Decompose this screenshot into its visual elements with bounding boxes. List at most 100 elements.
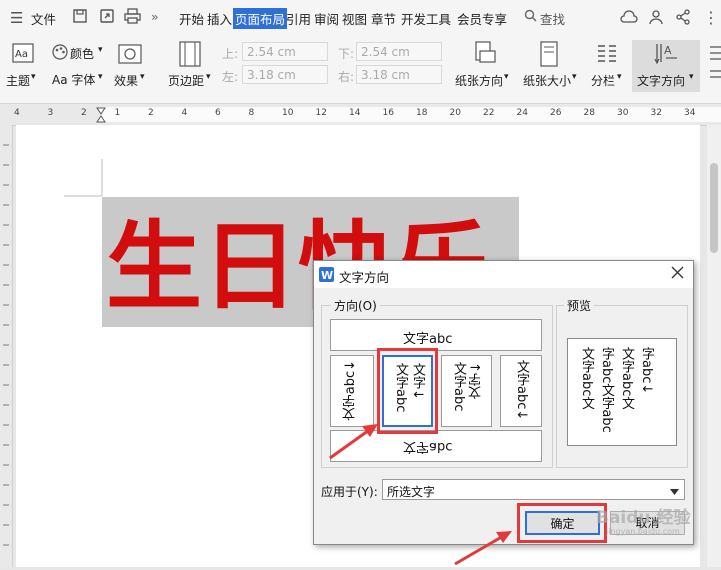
bottom-margin-value: 2.54 cm bbox=[361, 45, 410, 59]
top-margin-label: 上: bbox=[222, 47, 239, 61]
highlight-box-option bbox=[377, 348, 438, 434]
tab-home[interactable]: 开始 bbox=[179, 9, 204, 28]
ribbon: Aa 主题 ▾ 颜色 ▾ Aa 字体 ▾ 效果 ▾ 页边距 ▾ 上: 2.54 … bbox=[0, 37, 721, 104]
left-margin-input[interactable]: 3.18 cm bbox=[242, 65, 328, 84]
fonts-button[interactable]: Aa 字体 bbox=[52, 71, 95, 88]
tab-review[interactable]: 审阅 bbox=[314, 9, 339, 28]
ruler-tick-label: 2 bbox=[81, 108, 87, 118]
ruler-tick-label: 14 bbox=[349, 108, 361, 118]
margins-icon[interactable] bbox=[179, 41, 201, 70]
top-margin-value: 2.54 cm bbox=[247, 45, 296, 59]
option-rotate-left-label: 文字abc↓ bbox=[343, 360, 358, 421]
line-numbers-icon[interactable] bbox=[707, 43, 721, 86]
bottom-margin-label: 下: bbox=[338, 47, 355, 61]
option-horizontal-label: 文字abc bbox=[403, 332, 453, 347]
left-margin-value: 3.18 cm bbox=[247, 68, 296, 82]
apply-to-select[interactable]: 所选文字 bbox=[382, 479, 685, 500]
tab-page-layout[interactable]: 页面布局 bbox=[233, 8, 288, 29]
scrollbar-thumb[interactable] bbox=[710, 163, 718, 253]
option-stacked-col1: 文字↓ bbox=[469, 362, 484, 399]
orientation-button[interactable]: 纸张方向 bbox=[455, 72, 503, 89]
columns-dropdown-icon[interactable]: ▾ bbox=[617, 72, 622, 82]
hamburger-icon[interactable]: ☰ bbox=[10, 9, 23, 27]
ruler-tick-label: 8 bbox=[248, 108, 255, 118]
chevron-down-icon bbox=[670, 485, 679, 499]
ruler-tick-label: 26 bbox=[550, 108, 562, 118]
ruler-tick-label: 20 bbox=[449, 108, 461, 118]
option-upside-down[interactable]: 文字abc bbox=[330, 430, 542, 462]
ruler-tick-label: 22 bbox=[483, 108, 495, 118]
paper-size-icon[interactable] bbox=[539, 41, 559, 70]
share-icon[interactable] bbox=[675, 9, 691, 29]
preview-group-label: 预览 bbox=[564, 297, 595, 314]
right-margin-label: 右: bbox=[338, 70, 355, 84]
palette-icon[interactable] bbox=[52, 44, 68, 63]
theme-dropdown-icon[interactable]: ▾ bbox=[31, 72, 36, 82]
search-icon[interactable] bbox=[524, 9, 537, 26]
export-icon[interactable] bbox=[99, 8, 115, 28]
cloud-icon[interactable] bbox=[620, 9, 638, 29]
print-icon[interactable] bbox=[124, 8, 141, 28]
margins-button[interactable]: 页边距 bbox=[168, 72, 204, 89]
menu-file[interactable]: 文件 bbox=[31, 9, 56, 28]
text-direction-label: 文字方向 bbox=[637, 74, 686, 88]
top-margin-input[interactable]: 2.54 cm bbox=[242, 42, 328, 61]
tab-developer[interactable]: 开发工具 bbox=[401, 9, 451, 28]
ruler-tick-label: 2 bbox=[148, 108, 154, 118]
svg-text:A: A bbox=[664, 44, 672, 57]
vertical-ruler-ticks bbox=[3, 144, 9, 546]
tab-references[interactable]: 引用 bbox=[286, 9, 311, 28]
theme-icon[interactable]: Aa bbox=[12, 43, 34, 66]
vertical-scrollbar[interactable] bbox=[707, 125, 721, 567]
ruler-tick-label: 16 bbox=[382, 108, 394, 118]
colors-dropdown-icon[interactable]: ▾ bbox=[98, 45, 103, 55]
option-rotate-left[interactable]: 文字abc↓ bbox=[330, 355, 374, 427]
left-margin-label: 左: bbox=[222, 70, 239, 84]
search-label[interactable]: 查找 bbox=[540, 9, 565, 28]
tab-chapter[interactable]: 章节 bbox=[371, 9, 396, 28]
more-options-icon[interactable]: ⋮ bbox=[703, 8, 719, 27]
baidu-watermark: Baidu 经验 bbox=[596, 508, 691, 528]
horizontal-ruler: 4 3 2 1 2 4 6 8 10 12 14 16 18 20 22 24 26 28 30 32 34 bbox=[0, 104, 721, 126]
bottom-margin-input[interactable]: 2.54 cm bbox=[356, 42, 442, 61]
paper-size-dropdown-icon[interactable]: ▾ bbox=[572, 72, 577, 82]
tab-insert[interactable]: 插入 bbox=[207, 9, 232, 28]
effects-dropdown-icon[interactable]: ▾ bbox=[140, 72, 145, 82]
close-icon[interactable] bbox=[671, 266, 684, 282]
paper-size-button[interactable]: 纸张大小 bbox=[523, 72, 571, 89]
text-direction-dialog: W 文字方向 方向(O) 文字abc 文字abc↓ 文字↓ 文字abc 文字↓ … bbox=[313, 260, 694, 545]
text-direction-dropdown-icon[interactable]: ▾ bbox=[689, 72, 694, 82]
preview-col-2: 文字abc文 bbox=[619, 347, 634, 410]
direction-group-label: 方向(O) bbox=[331, 297, 380, 314]
option-stacked[interactable]: 文字↓ 文字abc bbox=[441, 355, 492, 427]
ruler-tick-label: 18 bbox=[416, 108, 428, 118]
user-icon[interactable] bbox=[648, 9, 664, 29]
option-rotate-right-label: 文字abc↓ bbox=[514, 360, 529, 421]
orientation-dropdown-icon[interactable]: ▾ bbox=[504, 72, 509, 82]
fonts-dropdown-icon[interactable]: ▾ bbox=[98, 72, 103, 82]
tab-membership[interactable]: 会员专享 bbox=[457, 9, 507, 28]
preview-col-1: 字abc↓ bbox=[639, 347, 654, 395]
highlight-box-ok bbox=[517, 503, 607, 543]
option-horizontal[interactable]: 文字abc bbox=[330, 319, 542, 351]
colors-button[interactable]: 颜色 bbox=[70, 45, 94, 62]
option-rotate-right[interactable]: 文字abc↓ bbox=[500, 355, 542, 427]
tab-view[interactable]: 视图 bbox=[342, 9, 367, 28]
effects-button[interactable]: 效果 bbox=[114, 72, 138, 89]
ruler-tick-label: 28 bbox=[583, 108, 595, 118]
save-icon[interactable] bbox=[72, 8, 88, 28]
columns-icon[interactable] bbox=[596, 43, 618, 68]
right-margin-input[interactable]: 3.18 cm bbox=[356, 65, 442, 84]
columns-button[interactable]: 分栏 bbox=[591, 72, 615, 89]
dialog-titlebar[interactable]: W 文字方向 bbox=[314, 261, 693, 288]
effects-icon[interactable] bbox=[118, 44, 142, 67]
ruler-tick-label: 10 bbox=[282, 108, 294, 118]
more-chevron-icon[interactable]: » bbox=[151, 9, 159, 24]
margins-dropdown-icon[interactable]: ▾ bbox=[206, 72, 211, 82]
ruler-tick-label: 4 bbox=[181, 108, 188, 118]
theme-button[interactable]: 主题 bbox=[6, 72, 30, 89]
option-upside-down-label: 文字abc bbox=[403, 439, 453, 454]
orientation-icon[interactable] bbox=[472, 41, 496, 70]
svg-text:W: W bbox=[321, 269, 333, 282]
text-direction-icon: A bbox=[653, 42, 679, 69]
